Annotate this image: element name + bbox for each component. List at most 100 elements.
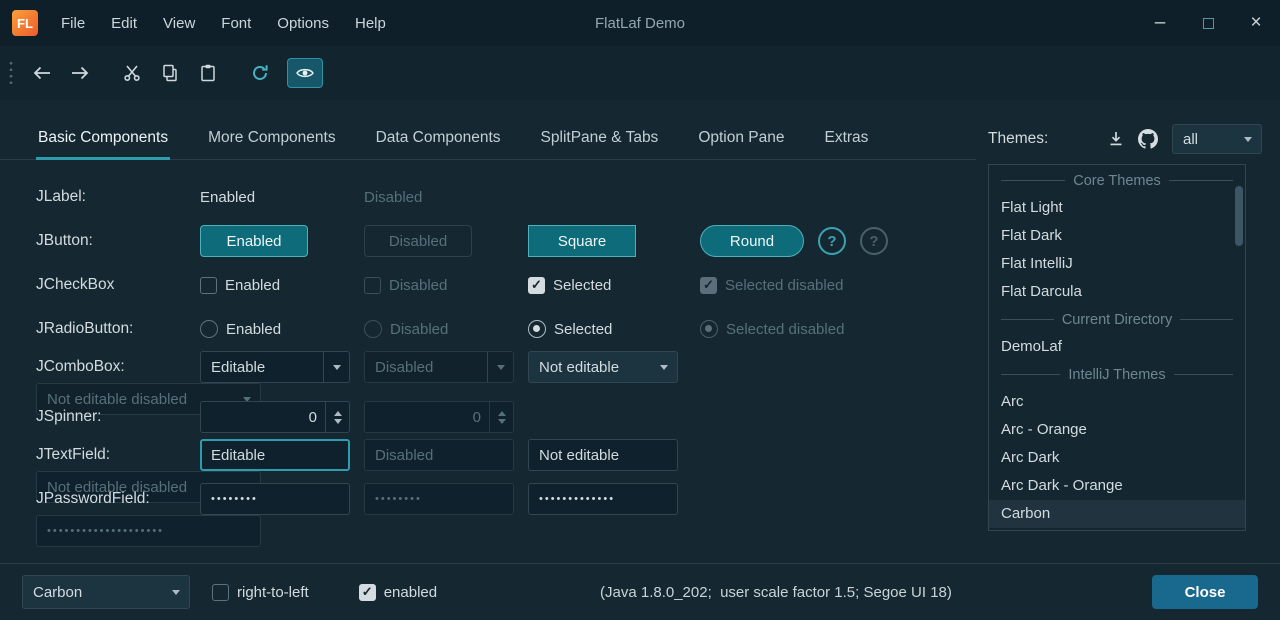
theme-item-arc-orange[interactable]: Arc - Orange	[989, 416, 1245, 444]
radio-label: Disabled	[390, 321, 448, 338]
copy-button[interactable]	[151, 56, 189, 90]
theme-item-flat-darcula[interactable]: Flat Darcula	[989, 278, 1245, 306]
statusbar-theme-combobox[interactable]: Carbon	[22, 575, 190, 609]
scissors-icon	[123, 64, 141, 82]
checkbox-label: Enabled	[225, 277, 280, 294]
chevron-down-icon[interactable]	[323, 352, 349, 382]
passwordfield-not-editable[interactable]: •••••••••••••	[528, 483, 678, 515]
chevron-down-icon	[487, 352, 513, 382]
tab-data-components[interactable]: Data Components	[374, 129, 503, 159]
textfield-not-editable[interactable]: Not editable	[528, 439, 678, 471]
spinner-enabled[interactable]: 0	[200, 401, 350, 433]
help-button[interactable]: ?	[818, 227, 846, 255]
theme-item-arc[interactable]: Arc	[989, 388, 1245, 416]
download-icon	[1108, 131, 1124, 147]
download-themes-button[interactable]	[1100, 124, 1132, 154]
github-button[interactable]	[1132, 124, 1164, 154]
theme-item-carbon[interactable]: Carbon	[989, 500, 1245, 528]
menu-view[interactable]: View	[150, 0, 208, 46]
show-details-toggle-button[interactable]	[287, 58, 323, 88]
themes-header: Themes: all	[988, 121, 1262, 157]
back-button[interactable]	[23, 56, 61, 90]
theme-item-demolaf[interactable]: DemoLaf	[989, 333, 1245, 361]
round-button[interactable]: Round	[700, 225, 804, 257]
square-button[interactable]: Square	[528, 225, 636, 257]
radio-circle-selected	[700, 320, 718, 338]
spinner-buttons	[489, 402, 513, 432]
theme-item-flat-light[interactable]: Flat Light	[989, 194, 1245, 222]
passwordfield-disabled: ••••••••	[364, 483, 514, 515]
checkbox-label: Selected	[553, 277, 611, 294]
copy-icon	[161, 64, 179, 82]
tab-extras[interactable]: Extras	[823, 129, 871, 159]
passwordfield-enabled[interactable]: ••••••••	[200, 483, 350, 515]
spinner-buttons[interactable]	[325, 402, 349, 432]
right-to-left-checkbox[interactable]: right-to-left	[212, 584, 309, 601]
jlabel-disabled: Disabled	[364, 189, 528, 206]
theme-item-flat-intellij[interactable]: Flat IntelliJ	[989, 250, 1245, 278]
scrollbar-thumb[interactable]	[1235, 186, 1243, 246]
theme-filter-combobox[interactable]: all	[1172, 124, 1262, 154]
radio-disabled: Disabled	[364, 320, 528, 338]
combobox-editable[interactable]: Editable	[200, 351, 350, 383]
chevron-down-icon	[163, 576, 189, 608]
theme-item-flat-dark[interactable]: Flat Dark	[989, 222, 1245, 250]
menu-edit[interactable]: Edit	[98, 0, 150, 46]
jcombobox-row: JComboBox: Editable Disabled Not editabl…	[36, 351, 976, 395]
window-close-button[interactable]: ×	[1232, 0, 1280, 46]
scrollbar[interactable]	[1235, 168, 1243, 527]
jtextfield-row: JTextField: Editable Disabled Not editab…	[36, 439, 976, 483]
toolbar-grip[interactable]	[9, 60, 13, 86]
checkbox-disabled: Disabled	[364, 277, 528, 294]
clipboard-icon	[199, 64, 217, 82]
titlebar: FL File Edit View Font Options Help Flat…	[0, 0, 1280, 46]
maximize-button[interactable]	[1184, 0, 1232, 46]
enabled-checkbox[interactable]: enabled	[359, 584, 437, 601]
theme-list-separator: IntelliJ Themes	[989, 361, 1245, 388]
combobox-not-editable[interactable]: Not editable	[528, 351, 678, 383]
theme-item-arc-dark[interactable]: Arc Dark	[989, 444, 1245, 472]
checkbox-box-checked	[700, 277, 717, 294]
minimize-button[interactable]: –	[1136, 0, 1184, 46]
radio-circle	[200, 320, 218, 338]
tab-more-components[interactable]: More Components	[206, 129, 338, 159]
tab-splitpane-tabs[interactable]: SplitPane & Tabs	[539, 129, 661, 159]
jlabel-row: JLabel: Enabled Disabled	[36, 175, 976, 219]
separator-label: Core Themes	[1073, 173, 1161, 189]
maximize-icon	[1203, 18, 1214, 29]
jtextfield-row-label: JTextField:	[36, 446, 200, 464]
menu-font[interactable]: Font	[208, 0, 264, 46]
paste-button[interactable]	[189, 56, 227, 90]
theme-item-arc-dark-orange[interactable]: Arc Dark - Orange	[989, 472, 1245, 500]
jcheckbox-row-label: JCheckBox	[36, 276, 200, 294]
passwordfield-not-editable-disabled: ••••••••••••••••••••	[36, 515, 261, 547]
help-button-disabled: ?	[860, 227, 888, 255]
close-button[interactable]: Close	[1152, 575, 1258, 609]
checkbox-selected[interactable]: Selected	[528, 277, 700, 294]
enabled-button[interactable]: Enabled	[200, 225, 308, 257]
textfield-editable-focused[interactable]: Editable	[200, 439, 350, 471]
checkbox-enabled[interactable]: Enabled	[200, 277, 364, 294]
radio-label: Enabled	[226, 321, 281, 338]
jlabel-row-label: JLabel:	[36, 188, 200, 206]
themes-list: Core Themes Flat Light Flat Dark Flat In…	[988, 164, 1246, 531]
radio-selected[interactable]: Selected	[528, 320, 700, 338]
theme-filter-value: all	[1173, 131, 1235, 148]
forward-button[interactable]	[61, 56, 99, 90]
menu-help[interactable]: Help	[342, 0, 399, 46]
toolbar	[0, 46, 1280, 100]
refresh-button[interactable]	[241, 56, 279, 90]
menu-options[interactable]: Options	[264, 0, 342, 46]
cut-button[interactable]	[113, 56, 151, 90]
checkbox-box-checked	[359, 584, 376, 601]
jcheckbox-row: JCheckBox Enabled Disabled Selected Sele…	[36, 263, 976, 307]
menu-file[interactable]: File	[48, 0, 98, 46]
radio-enabled[interactable]: Enabled	[200, 320, 364, 338]
refresh-icon	[251, 64, 269, 82]
jpasswordfield-row: JPasswordField: •••••••• •••••••• ••••••…	[36, 483, 976, 527]
tab-option-pane[interactable]: Option Pane	[696, 129, 786, 159]
environment-info: (Java 1.8.0_202; user scale factor 1.5; …	[600, 584, 952, 601]
checkbox-box	[364, 277, 381, 294]
tab-basic-components[interactable]: Basic Components	[36, 129, 170, 159]
basic-components-panel: JLabel: Enabled Disabled JButton: Enable…	[36, 175, 976, 527]
